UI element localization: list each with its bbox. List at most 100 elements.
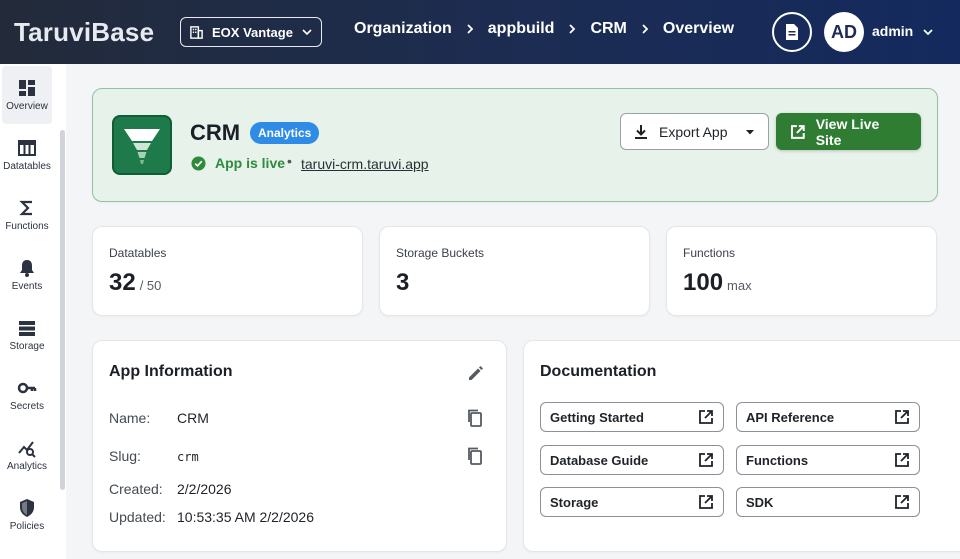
created-label: Created: <box>109 481 163 497</box>
bell-icon <box>20 260 34 277</box>
export-app-label: Export App <box>659 123 728 140</box>
created-value: 2/2/2026 <box>177 481 232 497</box>
updated-label: Updated: <box>109 509 166 525</box>
stat-number: 32 <box>109 269 136 296</box>
export-app-button[interactable]: Export App <box>620 113 769 150</box>
stat-label: Storage Buckets <box>396 246 485 260</box>
app-logo <box>112 115 172 175</box>
documentation-card: Documentation Getting Started API Refere… <box>523 340 960 552</box>
top-bar: TaruviBase EOX Vantage Organization appb… <box>0 0 960 64</box>
stat-sub: / 50 <box>139 278 162 293</box>
sidebar-item-analytics[interactable]: Analytics <box>0 426 54 484</box>
doc-link-getting-started[interactable]: Getting Started <box>540 402 724 432</box>
sidebar-item-datatables[interactable]: Datatables <box>0 126 54 184</box>
sidebar-item-events[interactable]: Events <box>0 246 54 304</box>
user-name[interactable]: admin <box>872 23 913 39</box>
stat-number: 100 <box>683 269 724 296</box>
doc-link-label: API Reference <box>746 409 835 425</box>
external-link-icon <box>895 495 909 509</box>
sidebar-item-label: Policies <box>9 521 45 532</box>
copy-icon[interactable] <box>465 446 485 466</box>
doc-link-label: Database Guide <box>550 452 649 468</box>
breadcrumb: Organization appbuild CRM Overview <box>354 20 734 38</box>
stat-card-storage-buckets: Storage Buckets 3 <box>379 226 650 316</box>
external-link-icon <box>699 410 713 424</box>
doc-link-storage[interactable]: Storage <box>540 487 724 517</box>
view-live-site-button[interactable]: View Live Site <box>776 113 921 150</box>
doc-link-label: Getting Started <box>550 409 644 425</box>
chevron-down-icon <box>302 29 312 36</box>
building-icon <box>190 25 203 39</box>
external-link-icon <box>790 124 805 139</box>
external-link-icon <box>895 410 909 424</box>
breadcrumb-appbuild[interactable]: appbuild <box>488 20 555 38</box>
analytics-icon <box>18 441 36 458</box>
chevron-right-icon <box>642 24 649 34</box>
docs-button[interactable] <box>772 12 812 52</box>
live-status: App is live <box>215 155 286 171</box>
doc-link-label: Storage <box>550 494 599 510</box>
breadcrumb-organization[interactable]: Organization <box>354 20 452 38</box>
documentation-title: Documentation <box>540 363 657 380</box>
shield-icon <box>20 499 34 517</box>
external-link-icon <box>895 453 909 467</box>
sidebar-item-overview[interactable]: Overview <box>2 66 52 124</box>
sidebar-item-label: Storage <box>9 341 45 352</box>
doc-link-sdk[interactable]: SDK <box>736 487 920 517</box>
slug-value: crm <box>177 450 199 464</box>
breadcrumb-overview: Overview <box>662 20 735 37</box>
name-label: Name: <box>109 410 151 426</box>
brand-logo[interactable]: TaruviBase <box>14 17 154 48</box>
external-link-icon <box>699 495 713 509</box>
org-selector[interactable]: EOX Vantage <box>180 17 322 47</box>
stat-sub: max <box>727 278 752 293</box>
stat-value: 32/ 50 <box>109 269 161 297</box>
download-icon <box>635 124 647 139</box>
doc-link-database-guide[interactable]: Database Guide <box>540 445 724 475</box>
sidebar-item-label: Datatables <box>3 161 51 172</box>
copy-icon[interactable] <box>465 408 485 428</box>
stat-label: Functions <box>683 246 736 260</box>
sidebar-item-label: Analytics <box>6 461 47 472</box>
sidebar-item-label: Functions <box>5 221 49 232</box>
funnel-icon <box>124 129 160 164</box>
sidebar-item-functions[interactable]: Functions <box>0 186 54 244</box>
stat-card-datatables: Datatables 32/ 50 <box>92 226 363 316</box>
name-value: CRM <box>177 410 209 426</box>
org-name: EOX Vantage <box>212 24 293 40</box>
storage-icon <box>19 321 35 336</box>
app-hero-card: CRM Analytics App is live • taruvi-crm.t… <box>92 88 938 202</box>
key-icon <box>17 382 37 394</box>
sidebar-item-label: Events <box>11 281 43 292</box>
pencil-icon[interactable] <box>466 363 486 383</box>
doc-link-api-reference[interactable]: API Reference <box>736 402 920 432</box>
external-link-icon <box>699 453 713 467</box>
sigma-icon <box>19 200 32 216</box>
doc-link-functions[interactable]: Functions <box>736 445 920 475</box>
live-url-link[interactable]: taruvi-crm.taruvi.app <box>301 156 429 172</box>
chevron-right-icon <box>569 24 576 34</box>
sidebar-item-label: Overview <box>6 101 48 112</box>
avatar[interactable]: AD <box>824 12 864 52</box>
table-icon <box>18 140 36 156</box>
updated-value: 10:53:35 AM 2/2/2026 <box>177 509 314 525</box>
stat-label: Datatables <box>109 246 167 260</box>
sidebar: Overview Datatables Functions Events Sto… <box>0 64 66 559</box>
sidebar-item-secrets[interactable]: Secrets <box>0 366 54 424</box>
grid-icon <box>19 80 35 96</box>
sidebar-item-storage[interactable]: Storage <box>0 306 54 364</box>
app-information-card: App Information Name: CRM Slug: crm Crea… <box>92 340 507 552</box>
app-information-title: App Information <box>109 363 233 380</box>
app-type-badge: Analytics <box>250 122 320 144</box>
sidebar-scrollbar[interactable] <box>60 130 65 490</box>
chevron-down-icon[interactable] <box>921 25 935 39</box>
stat-value: 3 <box>396 269 413 297</box>
breadcrumb-crm[interactable]: CRM <box>590 20 626 38</box>
status-separator: • <box>287 153 292 169</box>
sidebar-item-policies[interactable]: Policies <box>0 486 54 544</box>
doc-link-label: SDK <box>746 494 774 510</box>
caret-down-icon <box>746 129 754 134</box>
check-circle-icon <box>191 156 206 171</box>
app-name: CRM <box>190 120 241 145</box>
slug-label: Slug: <box>109 448 141 464</box>
